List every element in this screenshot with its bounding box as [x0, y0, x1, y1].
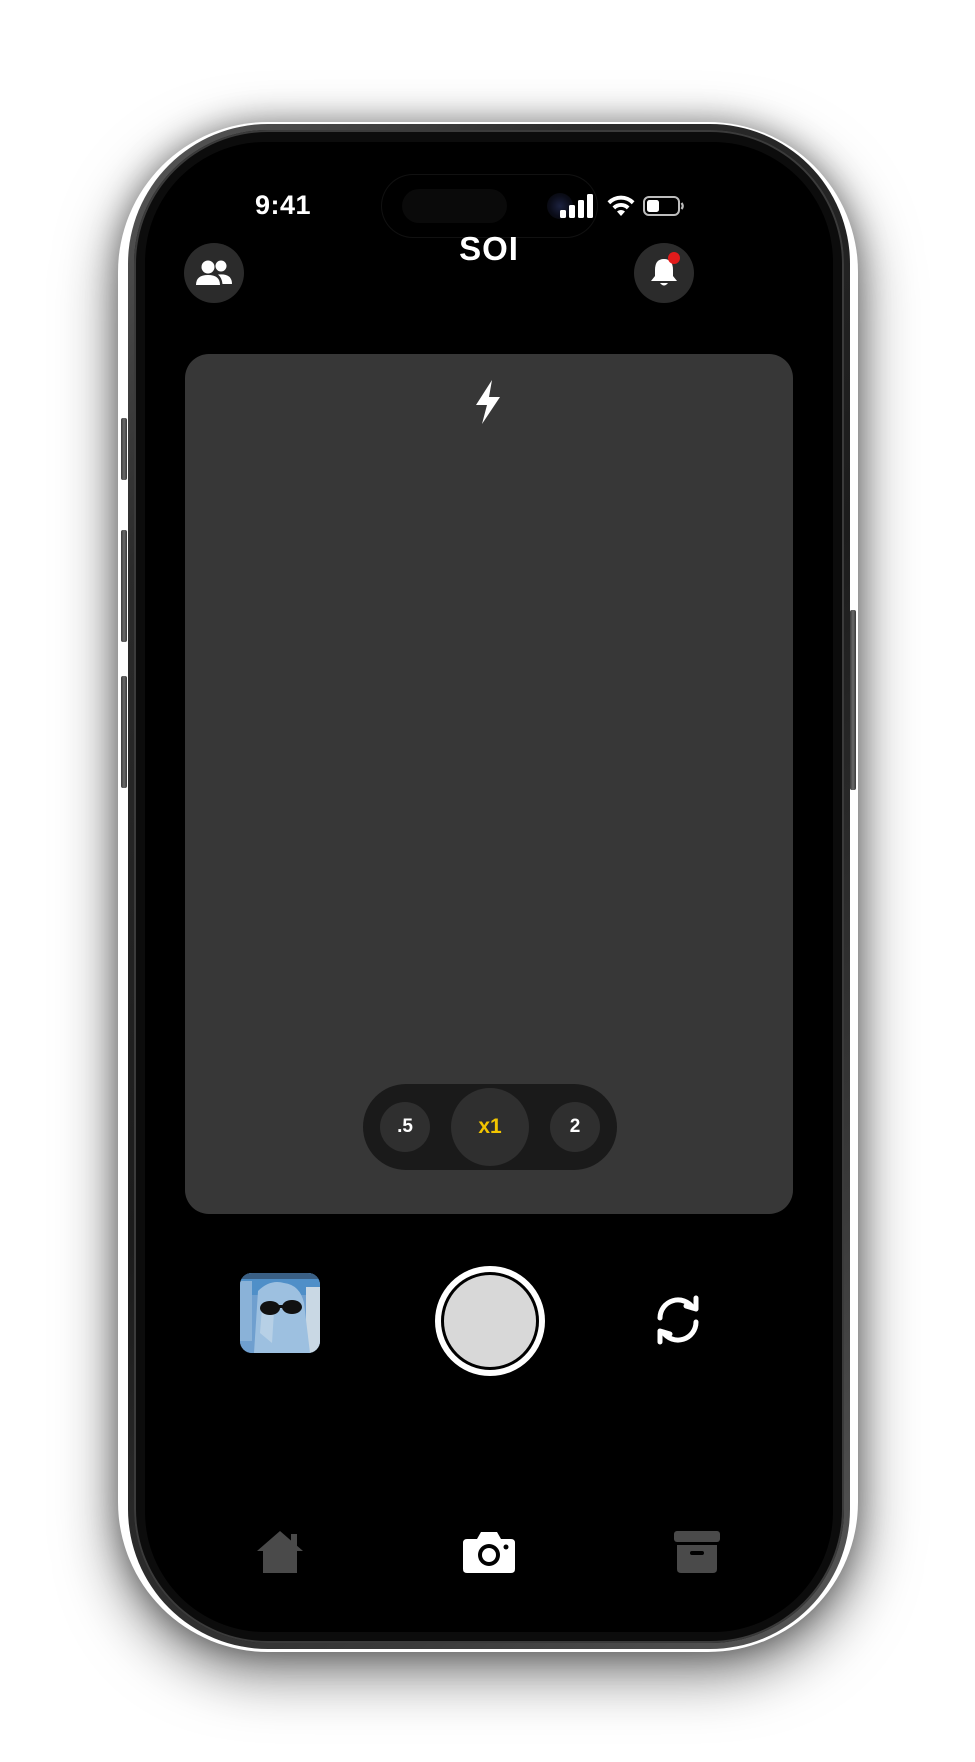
action-button: [121, 418, 127, 480]
zoom-selector: .5 x1 2: [363, 1084, 617, 1170]
status-icons: [560, 194, 685, 220]
volume-down-button: [121, 676, 127, 788]
tab-archive[interactable]: [667, 1522, 727, 1582]
home-icon: [257, 1531, 303, 1573]
shutter-button[interactable]: [435, 1266, 545, 1376]
flip-camera-icon[interactable]: [650, 1292, 706, 1348]
signal-icon: [560, 194, 593, 218]
tab-home[interactable]: [250, 1522, 310, 1582]
battery-icon: [643, 196, 684, 216]
photo-thumbnail-icon: [240, 1273, 320, 1353]
archive-icon: [674, 1531, 720, 1573]
friends-icon: [196, 260, 232, 285]
flash-icon[interactable]: [468, 378, 508, 426]
device-mockup: 9:41 SOI .5 x1 2: [0, 0, 975, 1762]
friends-button[interactable]: [184, 243, 244, 303]
zoom-option-2x[interactable]: 2: [550, 1102, 600, 1152]
volume-up-button: [121, 530, 127, 642]
notification-badge: [668, 252, 680, 264]
tab-camera[interactable]: [459, 1522, 519, 1582]
gallery-thumbnail[interactable]: [240, 1273, 320, 1353]
zoom-option-0.5[interactable]: .5: [380, 1102, 430, 1152]
camera-icon: [463, 1532, 515, 1573]
power-button: [850, 610, 856, 790]
page-title: SOI: [459, 230, 519, 267]
zoom-option-1x[interactable]: x1: [451, 1088, 529, 1166]
status-time: 9:41: [255, 190, 312, 220]
app-screen: 9:41 SOI .5 x1 2: [145, 142, 833, 1632]
camera-viewfinder[interactable]: .5 x1 2: [185, 354, 793, 1214]
notifications-button[interactable]: [634, 243, 694, 303]
wifi-icon: [607, 195, 635, 216]
